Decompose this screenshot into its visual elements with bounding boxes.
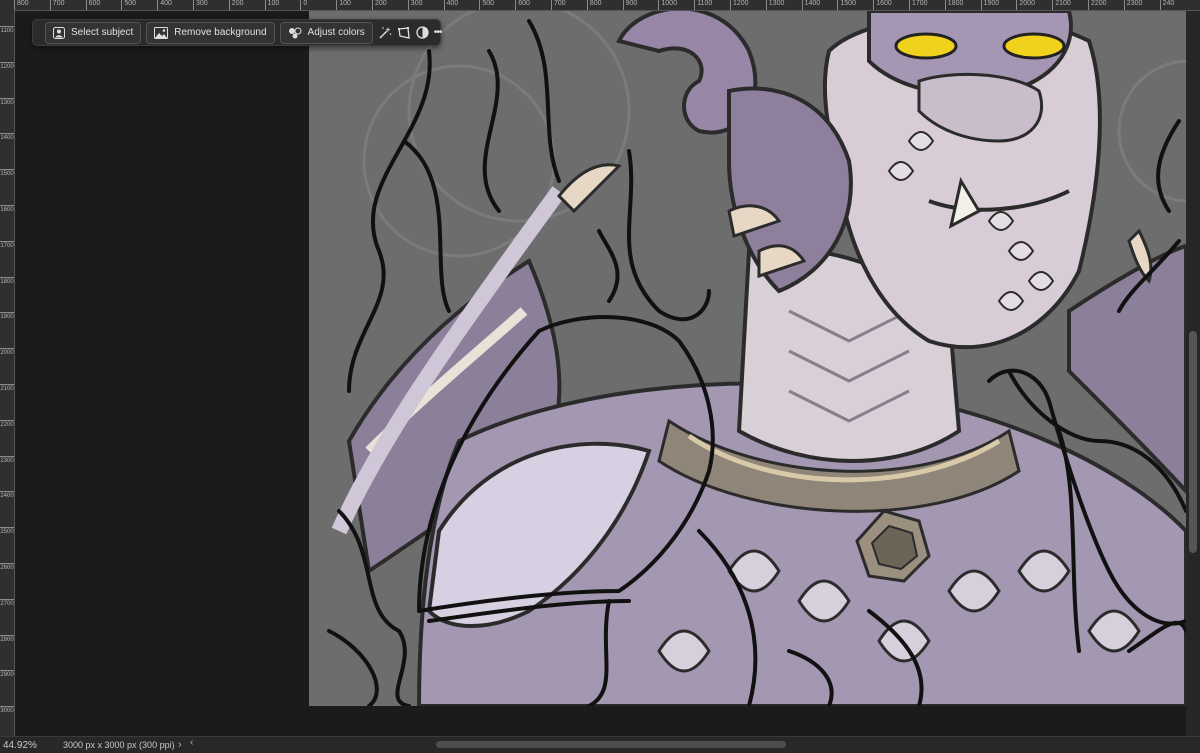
ruler-tick-label: 1900	[0, 312, 14, 321]
ruler-tick-label: 1700	[0, 240, 14, 249]
ruler-tick-label: 240	[1159, 0, 1174, 10]
ruler-tick-label: 1600	[0, 205, 14, 213]
ruler-tick-label: 1100	[0, 26, 14, 34]
contextual-task-bar: Select subject Remove background Adjust …	[32, 19, 442, 46]
ruler-tick-label: 1200	[730, 0, 749, 10]
ruler-tick-label: 1300	[0, 97, 14, 106]
ruler-tick-label: 1400	[0, 133, 14, 142]
ruler-tick-label: 2400	[0, 491, 14, 500]
magic-sparkle-icon[interactable]	[378, 23, 392, 43]
ruler-tick-label: 1100	[694, 0, 712, 10]
ruler-tick-label: 1800	[0, 276, 14, 285]
horizontal-scroll-thumb[interactable]	[436, 741, 786, 748]
ruler-tick-label: 2800	[0, 634, 14, 643]
ruler-tick-label: 2200	[0, 419, 14, 428]
horizontal-scrollbar[interactable]: ‹	[190, 737, 1180, 749]
horizontal-ruler[interactable]: 800 700 600 500 400 300 200 100 0 100 200 300 400 500…	[0, 0, 1200, 11]
adjust-colors-label: Adjust colors	[307, 27, 365, 38]
ruler-tick-label: 1500	[837, 0, 856, 10]
more-options-icon[interactable]: •••	[434, 23, 442, 43]
ruler-tick-label: 1800	[944, 0, 963, 10]
ruler-tick-label: 600	[515, 0, 530, 10]
ruler-tick-label: 200	[372, 0, 387, 10]
ruler-tick-label: 2100	[0, 384, 14, 392]
ruler-tick-label: 500	[479, 0, 494, 10]
ruler-tick-label: 1600	[873, 0, 892, 10]
ruler-tick-label: 1700	[909, 0, 928, 10]
color-circles-icon	[288, 27, 302, 38]
ruler-tick-label: 2000	[1016, 0, 1035, 10]
vertical-ruler[interactable]: 1100 1200 1300 1400 1500 1600 1700 1800 1900 2000…	[0, 10, 15, 736]
vertical-scroll-thumb[interactable]	[1189, 331, 1197, 553]
ruler-tick-label: 2500	[0, 527, 14, 536]
ruler-tick-label: 3000	[0, 706, 14, 715]
ruler-tick-label: 400	[443, 0, 458, 10]
transform-icon[interactable]	[397, 23, 411, 43]
ruler-tick-label: 1300	[765, 0, 784, 10]
remove-background-label: Remove background	[174, 27, 267, 38]
ruler-tick-label: 1000	[658, 0, 677, 10]
zoom-level[interactable]: 44.92%	[0, 740, 53, 751]
artwork-image	[327, 11, 1186, 706]
ruler-tick-label: 200	[228, 0, 243, 10]
ruler-tick-label: 1400	[801, 0, 820, 10]
ruler-tick-label: 2100	[1052, 0, 1071, 10]
document-canvas[interactable]	[309, 11, 1186, 706]
remove-background-button[interactable]: Remove background	[146, 21, 275, 44]
select-subject-button[interactable]: Select subject	[45, 21, 142, 44]
ruler-tick-label: 2900	[0, 670, 14, 679]
ruler-tick-label: 1200	[0, 61, 14, 70]
ruler-tick-label: 100	[264, 0, 279, 10]
ruler-tick-label: 2600	[0, 563, 14, 571]
ruler-tick-label: 800	[14, 0, 29, 10]
ruler-tick-label: 600	[85, 0, 100, 10]
ruler-tick-label: 900	[622, 0, 637, 10]
person-icon	[53, 26, 65, 39]
image-icon	[154, 26, 169, 39]
ruler-tick-label: 2200	[1088, 0, 1107, 10]
adjustment-contrast-icon[interactable]	[416, 23, 429, 43]
adjust-colors-button[interactable]: Adjust colors	[279, 21, 373, 44]
ruler-tick-label: 2000	[0, 348, 14, 357]
ruler-tick-label: 700	[49, 0, 64, 10]
ruler-tick-label: 2300	[1123, 0, 1142, 10]
ruler-tick-label: 700	[551, 0, 566, 10]
ruler-tick-label: 0	[300, 0, 307, 10]
ruler-tick-label: 1500	[0, 169, 14, 178]
ruler-tick-label: 500	[121, 0, 136, 10]
ruler-tick-label: 800	[586, 0, 601, 10]
document-size: 3000 px x 3000 px (300 ppi)	[63, 740, 175, 750]
ruler-tick-label: 2300	[0, 455, 14, 464]
ruler-tick-label: 2700	[0, 598, 14, 607]
ruler-tick-label: 400	[157, 0, 172, 10]
chevron-right-icon[interactable]: ›	[178, 739, 190, 751]
chevron-left-icon[interactable]: ‹	[190, 737, 193, 748]
vertical-scrollbar[interactable]	[1186, 11, 1200, 736]
ruler-tick-label: 300	[193, 0, 208, 10]
ruler-tick-label: 100	[336, 0, 351, 10]
ruler-tick-label: 300	[407, 0, 422, 10]
select-subject-label: Select subject	[71, 27, 134, 38]
status-bar: 44.92% 3000 px x 3000 px (300 ppi) › ‹	[0, 736, 1200, 753]
ruler-tick-label: 1900	[980, 0, 999, 10]
